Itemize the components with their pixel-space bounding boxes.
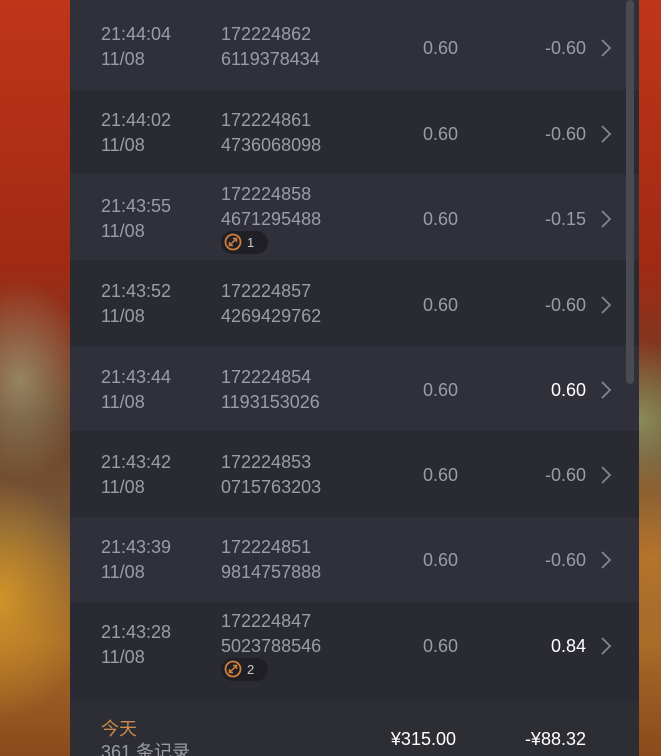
chevron-right-icon[interactable] [600,636,612,656]
row-bet: 0.60 [422,124,458,144]
row-profit: -0.15 [544,209,586,229]
chevron-right-icon[interactable] [600,38,612,58]
row-date: 11/08 [101,135,145,155]
history-row[interactable]: 21:44:04 11/08 172224862 6119378434 0.60… [70,0,639,90]
row-time: 21:44:04 [101,24,172,44]
row-id-cell: 172224858 4671295488 [221,182,321,232]
row-bet: 0.60 [422,295,458,315]
scrollbar-thumb[interactable] [626,0,634,384]
row-id-cell: 172224854 1193153026 [221,365,320,415]
row-time-cell: 21:43:39 11/08 [101,535,171,585]
row-id-line1: 172224862 [221,24,312,44]
history-row[interactable]: 21:43:55 11/08 172224858 4671295488 1 0.… [70,174,639,260]
row-id-cell: 172224853 0715763203 [221,450,321,500]
free-spin-badge: 2 [221,658,268,681]
row-date: 11/08 [101,306,145,326]
bet-history-panel: 21:44:04 11/08 172224862 6119378434 0.60… [70,0,639,756]
row-bet: 0.60 [422,550,458,570]
chevron-right-icon[interactable] [600,295,612,315]
row-bet: 0.60 [422,465,458,485]
free-spin-icon [224,660,242,678]
row-time: 21:43:55 [101,196,172,216]
history-row[interactable]: 21:43:42 11/08 172224853 0715763203 0.60… [70,431,639,517]
row-time: 21:43:52 [101,281,172,301]
row-id-line2: 4736068098 [221,135,322,155]
row-profit: -0.60 [544,124,586,144]
summary-total-bet: ¥315.00 [390,729,456,749]
row-date: 11/08 [101,562,145,582]
row-time: 21:43:39 [101,537,172,557]
row-time-cell: 21:43:28 11/08 [101,620,171,670]
row-id-cell: 172224847 5023788546 [221,609,321,659]
row-id-line2: 4269429762 [221,306,322,326]
row-id-cell: 172224862 6119378434 [221,22,320,72]
row-id-line1: 172224853 [221,452,312,472]
row-profit: -0.60 [544,38,586,58]
history-row[interactable]: 21:44:02 11/08 172224861 4736068098 0.60… [70,90,639,174]
row-id-line2: 1193153026 [221,392,320,412]
row-time: 21:44:02 [101,110,172,130]
row-date: 11/08 [101,392,145,412]
row-date: 11/08 [101,477,145,497]
row-id-cell: 172224851 9814757888 [221,535,321,585]
row-time: 21:43:42 [101,452,172,472]
badge-count: 2 [247,662,255,677]
row-id-line1: 172224857 [221,281,312,301]
chevron-right-icon[interactable] [600,465,612,485]
row-time-cell: 21:44:02 11/08 [101,108,171,158]
row-bet: 0.60 [422,636,458,656]
row-id-line2: 6119378434 [221,49,320,69]
row-id-line2: 9814757888 [221,562,322,582]
free-spin-icon [224,233,242,251]
row-time-cell: 21:43:42 11/08 [101,450,171,500]
summary-footer: 今天 361 条记录 ¥315.00 -¥88.32 [70,701,639,756]
chevron-right-icon[interactable] [600,209,612,229]
row-time: 21:43:44 [101,367,172,387]
row-bet: 0.60 [422,380,458,400]
row-id-line1: 172224847 [221,611,312,631]
row-profit: 0.84 [550,636,586,656]
row-date: 11/08 [101,49,145,69]
row-id-line2: 5023788546 [221,636,322,656]
row-id-cell: 172224857 4269429762 [221,279,321,329]
row-id-line1: 172224854 [221,367,312,387]
row-profit: -0.60 [544,465,586,485]
row-id-line1: 172224851 [221,537,312,557]
chevron-right-icon[interactable] [600,380,612,400]
row-time-cell: 21:43:55 11/08 [101,194,171,244]
row-profit: 0.60 [550,380,586,400]
free-spin-badge: 1 [221,231,268,254]
row-id-line2: 4671295488 [221,209,322,229]
row-id-line1: 172224861 [221,110,312,130]
summary-record-count: 361 条记录 [101,742,191,756]
row-time-cell: 21:43:44 11/08 [101,365,171,415]
row-id-line2: 0715763203 [221,477,322,497]
badge-count: 1 [247,235,255,250]
row-bet: 0.60 [422,209,458,229]
row-profit: -0.60 [544,295,586,315]
row-time-cell: 21:44:04 11/08 [101,22,171,72]
row-date: 11/08 [101,647,145,667]
history-row[interactable]: 21:43:39 11/08 172224851 9814757888 0.60… [70,517,639,602]
row-id-line1: 172224858 [221,184,312,204]
history-row[interactable]: 21:43:52 11/08 172224857 4269429762 0.60… [70,260,639,346]
row-id-cell: 172224861 4736068098 [221,108,321,158]
chevron-right-icon[interactable] [600,124,612,144]
chevron-right-icon[interactable] [600,550,612,570]
row-profit: -0.60 [544,550,586,570]
row-time-cell: 21:43:52 11/08 [101,279,171,329]
row-bet: 0.60 [422,38,458,58]
history-row[interactable]: 21:43:28 11/08 172224847 5023788546 2 0.… [70,602,639,701]
row-time: 21:43:28 [101,622,172,642]
history-row[interactable]: 21:43:44 11/08 172224854 1193153026 0.60… [70,346,639,431]
summary-total-profit: -¥88.32 [524,729,586,749]
row-date: 11/08 [101,221,145,241]
